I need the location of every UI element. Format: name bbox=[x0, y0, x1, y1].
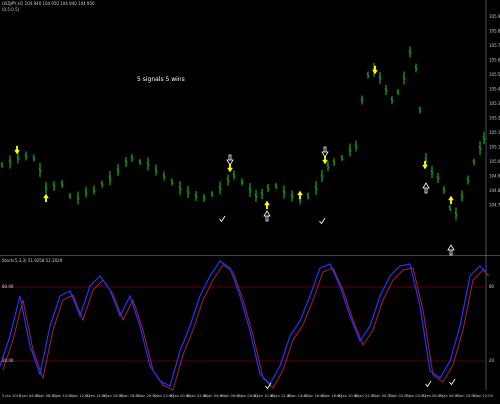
sell-signal-arrow-icon bbox=[14, 145, 20, 155]
stochastic-signal-line bbox=[2, 264, 490, 391]
buy-signal-arrow-icon bbox=[297, 190, 303, 200]
buy-signal-arrow-icon bbox=[264, 200, 270, 210]
price-chart-svg: 105.910 105.820 105.730 105.640 105.550 105.4… bbox=[0, 0, 500, 256]
stochastic-panel[interactable]: Stoch(5,3,3) 51.9258 52.3029 80.00 20.00… bbox=[0, 256, 500, 400]
level-80-text: 80.00 bbox=[2, 284, 14, 289]
price-tick-label: 105.010 bbox=[489, 159, 500, 164]
win-check-icon bbox=[219, 215, 226, 223]
win-check-icon bbox=[425, 380, 432, 388]
win-check-icon bbox=[319, 217, 326, 225]
price-tick-label: 104.920 bbox=[489, 174, 500, 179]
price-tick-label: 105.370 bbox=[489, 101, 500, 106]
exit-arrow-icon bbox=[321, 146, 329, 158]
signals-annotation: 5 signals 5 wins bbox=[137, 76, 185, 83]
price-tick-label: 105.460 bbox=[489, 87, 500, 92]
price-tick-label: 105.730 bbox=[489, 43, 500, 48]
exit-arrow-icon bbox=[263, 210, 271, 222]
sell-signal-arrow-icon bbox=[372, 65, 378, 75]
price-tick-label: 105.280 bbox=[489, 116, 500, 121]
price-tick-label: 104.830 bbox=[489, 188, 500, 193]
exit-arrow-icon bbox=[422, 182, 430, 194]
win-check-icon bbox=[449, 378, 456, 386]
time-tick-label: 7 Jan 12:00 bbox=[472, 394, 493, 398]
level-20-axis: 20 bbox=[489, 358, 495, 363]
price-tick-label: 105.100 bbox=[489, 145, 500, 150]
buy-signal-arrow-icon bbox=[448, 195, 454, 205]
sell-signal-arrow-icon bbox=[322, 155, 328, 165]
price-tick-label: 105.640 bbox=[489, 58, 500, 63]
chart-subheader: (0.5:0.5) bbox=[2, 7, 20, 12]
level-80-axis: 80 bbox=[489, 284, 495, 289]
stochastic-main-line bbox=[0, 260, 487, 387]
exit-arrow-icon bbox=[226, 154, 234, 166]
price-chart-panel[interactable]: USDJPY,H1 104.940 104.950 104.940 104.95… bbox=[0, 0, 500, 256]
stochastic-svg: 2 Jan 20155 Jan 06:005 Jan 08:005 Jan 10… bbox=[0, 256, 494, 398]
price-tick-label: 105.550 bbox=[489, 72, 500, 77]
price-tick-label: 104.740 bbox=[489, 203, 500, 208]
exit-arrow-icon bbox=[447, 244, 455, 256]
sell-signal-arrow-icon bbox=[227, 163, 233, 173]
price-tick-label: 105.190 bbox=[489, 130, 500, 135]
buy-signal-arrow-icon bbox=[43, 193, 49, 203]
price-tick-label: 105.820 bbox=[489, 29, 500, 34]
indicator-label: Stoch(5,3,3) 51.9258 52.3029 bbox=[2, 258, 63, 263]
level-20-text: 20.00 bbox=[2, 358, 14, 363]
sell-signal-arrow-icon bbox=[422, 160, 428, 170]
price-tick-label: 105.910 bbox=[489, 14, 500, 19]
symbol-header: USDJPY,H1 104.940 104.950 104.940 104.95… bbox=[2, 1, 95, 6]
